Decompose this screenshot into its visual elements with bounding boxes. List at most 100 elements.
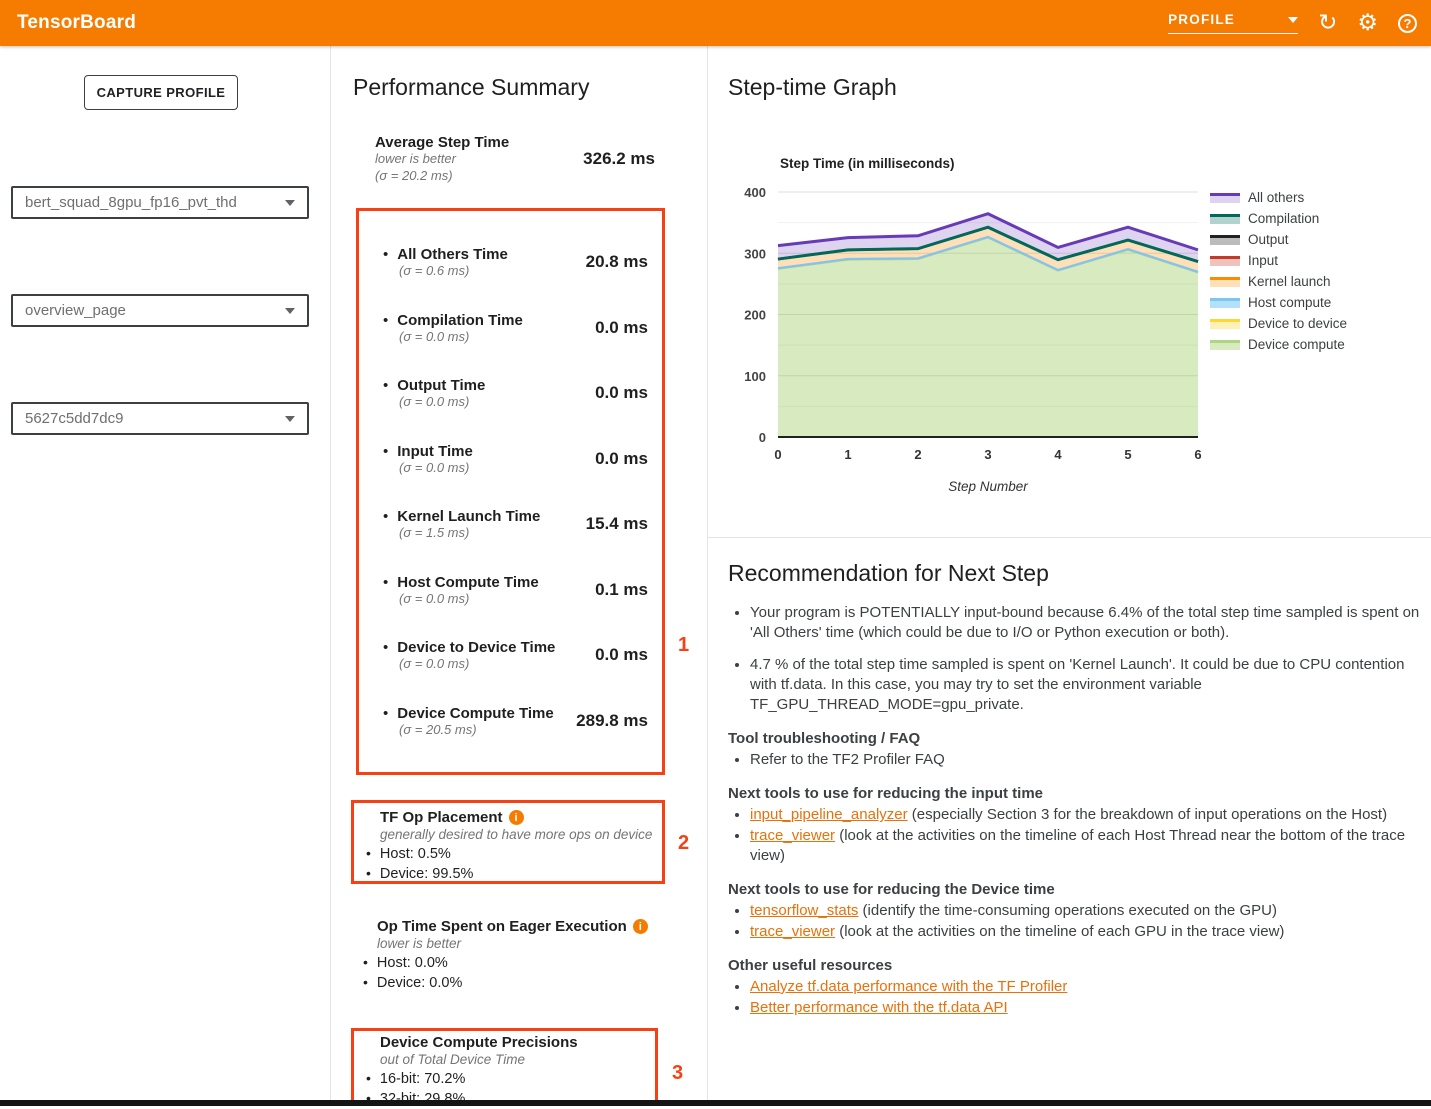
rec-link[interactable]: input_pipeline_analyzer <box>750 806 908 823</box>
help-icon[interactable]: ? <box>1398 14 1417 33</box>
legend-item: Kernel launch <box>1210 274 1347 289</box>
svg-text:6: 6 <box>1194 447 1201 462</box>
performance-summary-panel: Performance Summary Average Step Time lo… <box>331 46 708 1100</box>
metric-label: Compilation Time <box>397 312 523 329</box>
metric-label: Device Compute Time <box>397 705 553 722</box>
step-time-panel: Step-time Graph Step Time (in millisecon… <box>708 46 1431 1100</box>
rec-link[interactable]: trace_viewer <box>750 827 835 844</box>
recommendation-bullet: Your program is POTENTIALLY input-bound … <box>750 603 1420 644</box>
rec-list-item: trace_viewer (look at the activities on … <box>750 922 1420 942</box>
bullet: • <box>383 443 388 460</box>
metric-row: •Device Compute Time(σ = 20.5 ms)289.8 m… <box>359 705 648 737</box>
recommendation-bullet: 4.7 % of the total step time sampled is … <box>750 655 1420 716</box>
svg-text:Step Time (in milliseconds): Step Time (in milliseconds) <box>780 156 955 171</box>
legend-item: Input <box>1210 253 1347 268</box>
metric-value: 0.0 ms <box>595 449 648 469</box>
legend-swatch <box>1210 340 1240 350</box>
info-icon[interactable]: i <box>633 919 648 934</box>
metric-value: 15.4 ms <box>586 514 648 534</box>
bullet: • <box>383 312 388 329</box>
rec-list-item: input_pipeline_analyzer (especially Sect… <box>750 805 1420 825</box>
metric-label: Average Step Time <box>375 134 509 151</box>
legend-label: Input <box>1248 253 1278 268</box>
metric-value: 20.8 ms <box>586 252 648 272</box>
rec-section-heading: Tool troubleshooting / FAQ <box>728 730 1420 747</box>
chevron-down-icon <box>1288 17 1298 23</box>
metric-row: •Device to Device Time(σ = 0.0 ms)0.0 ms <box>359 639 648 671</box>
tf-op-placement-title: TF Op Placement i <box>354 809 662 826</box>
app-header: TensorBoard PROFILE ↻ ⚙ ? <box>0 0 1431 46</box>
legend-item: Host compute <box>1210 295 1347 310</box>
rec-section-list: Analyze tf.data performance with the TF … <box>728 977 1420 1018</box>
metric-sigma: (σ = 1.5 ms) <box>399 525 540 540</box>
rec-section-list: tensorflow_stats (identify the time-cons… <box>728 901 1420 942</box>
runs-select[interactable]: bert_squad_8gpu_fp16_pvt_thd <box>11 186 309 219</box>
legend-item: Output <box>1210 232 1347 247</box>
rec-section-heading: Next tools to use for reducing the Devic… <box>728 881 1420 898</box>
metric-sigma: (σ = 0.0 ms) <box>399 329 523 344</box>
metric-value: 289.8 ms <box>576 711 648 731</box>
metric-value: 0.0 ms <box>595 318 648 338</box>
rec-section-list: Refer to the TF2 Profiler FAQ <box>728 750 1420 770</box>
metric-row: •Input Time(σ = 0.0 ms)0.0 ms <box>359 443 648 475</box>
tf-op-placement-list: •Host: 0.5% •Device: 99.5% <box>354 844 662 884</box>
tools-select-value: overview_page <box>25 302 285 319</box>
bullet: • <box>383 574 388 591</box>
metric-sigma: (σ = 0.6 ms) <box>399 263 508 278</box>
legend-swatch <box>1210 256 1240 266</box>
eager-list: •Host: 0.0% •Device: 0.0% <box>351 953 665 993</box>
gear-icon[interactable]: ⚙ <box>1357 12 1378 35</box>
metric-value: 0.0 ms <box>595 383 648 403</box>
bullet: • <box>383 705 388 722</box>
metric-sigma: (σ = 0.0 ms) <box>399 656 555 671</box>
svg-text:1: 1 <box>844 447 851 462</box>
svg-text:3: 3 <box>984 447 991 462</box>
tools-select[interactable]: overview_page <box>11 294 309 327</box>
capture-profile-button[interactable]: CAPTURE PROFILE <box>84 75 238 110</box>
hosts-select[interactable]: 5627c5dd7dc9 <box>11 402 309 435</box>
metric-sigma: (σ = 0.0 ms) <box>399 394 485 409</box>
rec-link[interactable]: tensorflow_stats <box>750 902 858 919</box>
legend-swatch <box>1210 193 1240 203</box>
rec-link[interactable]: Better performance with the tf.data API <box>750 999 1008 1016</box>
metric-value: 0.1 ms <box>595 580 648 600</box>
legend-item: Device compute <box>1210 337 1347 352</box>
metric-row-average: Average Step Time lower is better (σ = 2… <box>375 134 655 185</box>
legend-label: Compilation <box>1248 211 1319 226</box>
metric-label: All Others Time <box>397 246 508 263</box>
svg-text:300: 300 <box>744 246 766 261</box>
annotation-number-3: 3 <box>672 1062 683 1085</box>
rec-link[interactable]: Analyze tf.data performance with the TF … <box>750 978 1067 995</box>
tf-op-placement-note: generally desired to have more ops on de… <box>354 827 662 842</box>
list-item: •Host: 0.5% <box>366 844 662 864</box>
chevron-down-icon <box>285 308 295 314</box>
bullet: • <box>383 246 388 263</box>
bullet: • <box>383 639 388 656</box>
rec-link[interactable]: trace_viewer <box>750 923 835 940</box>
metric-label: Device to Device Time <box>397 639 555 656</box>
dashboard-selector-value: PROFILE <box>1168 12 1235 27</box>
legend-label: All others <box>1248 190 1304 205</box>
eager-execution-section: Op Time Spent on Eager Execution i lower… <box>351 918 665 993</box>
metric-note: lower is better <box>375 151 509 168</box>
metric-label: Kernel Launch Time <box>397 508 540 525</box>
annotation-box-1: • All Others Time(σ = 0.6 ms) 20.8 ms • Comp… <box>356 208 665 775</box>
metric-row: •Host Compute Time(σ = 0.0 ms)0.1 ms <box>359 574 648 606</box>
precisions-note: out of Total Device Time <box>354 1052 655 1067</box>
svg-text:200: 200 <box>744 308 766 323</box>
chevron-down-icon <box>285 416 295 422</box>
app-title: TensorBoard <box>0 12 136 34</box>
rec-list-item: Analyze tf.data performance with the TF … <box>750 977 1420 997</box>
dashboard-selector[interactable]: PROFILE <box>1168 12 1298 34</box>
rec-list-item: tensorflow_stats (identify the time-cons… <box>750 901 1420 921</box>
reload-icon[interactable]: ↻ <box>1318 12 1337 35</box>
rec-section-list: input_pipeline_analyzer (especially Sect… <box>728 805 1420 866</box>
metric-value: 326.2 ms <box>583 149 655 169</box>
legend-swatch <box>1210 235 1240 245</box>
metric-row: •Output Time(σ = 0.0 ms)0.0 ms <box>359 377 648 409</box>
list-item: •Host: 0.0% <box>363 953 665 973</box>
info-icon[interactable]: i <box>509 810 524 825</box>
eager-note: lower is better <box>351 936 665 951</box>
svg-text:0: 0 <box>774 447 781 462</box>
metric-sigma: (σ = 0.0 ms) <box>399 591 539 606</box>
